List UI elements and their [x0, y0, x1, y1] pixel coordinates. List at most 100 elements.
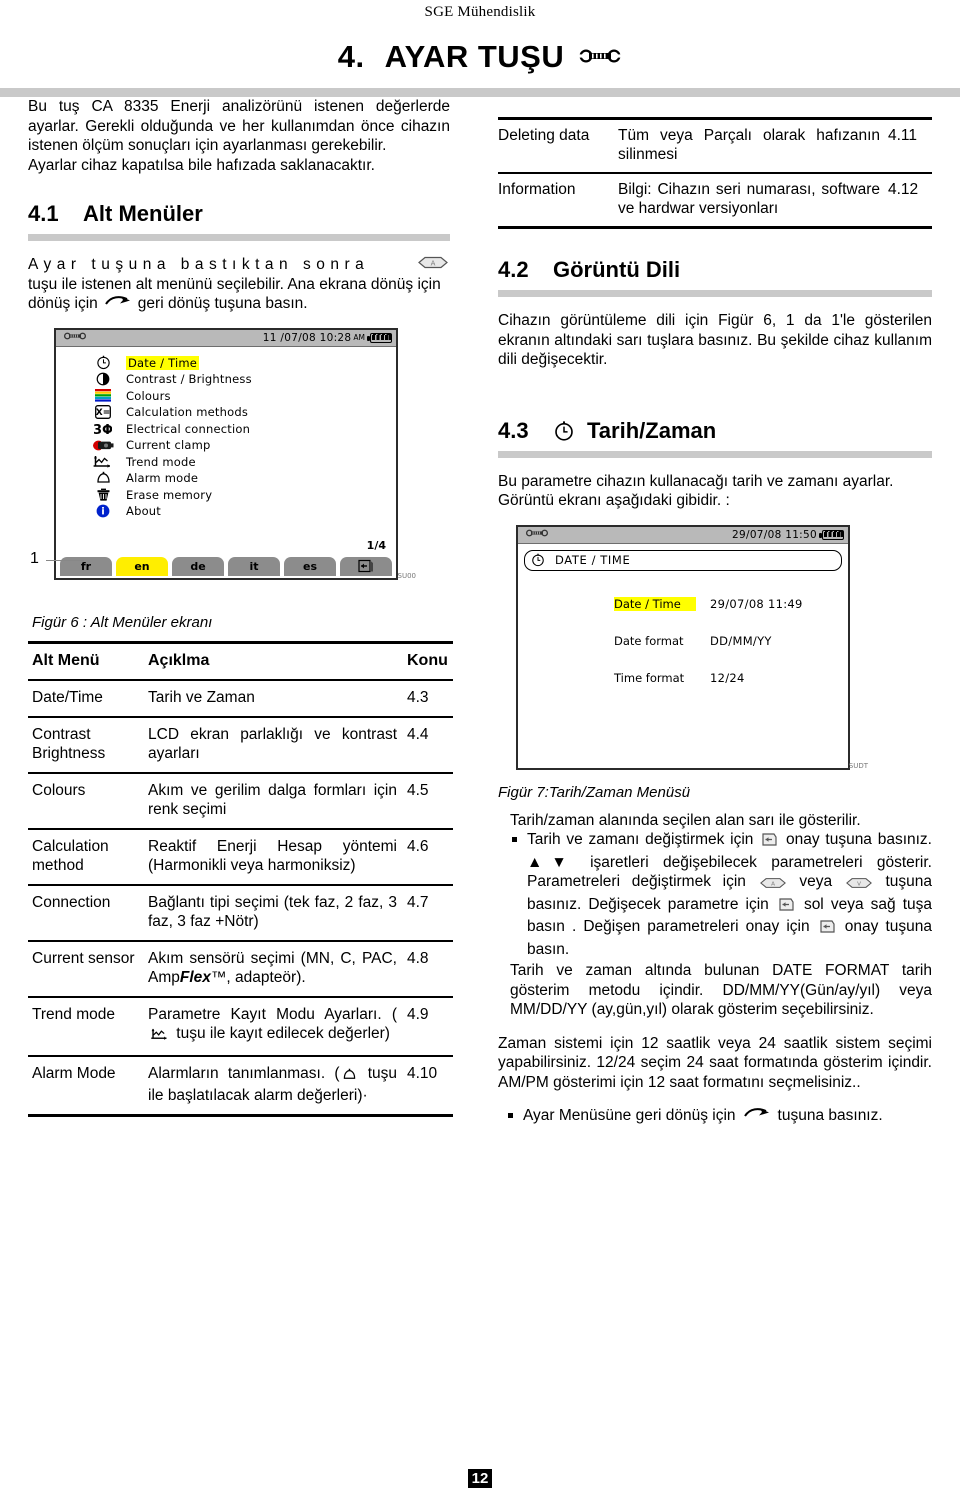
menu-item-date-time[interactable]: Date / Time [56, 355, 396, 372]
submenu-name: Trend mode [32, 1005, 115, 1023]
menu-item-trend-mode[interactable]: Trend mode [56, 454, 396, 471]
table-row: Alarm Mode Alarmların tanımlanması. ( tu… [28, 1055, 453, 1115]
submenu-desc: Akım ve gerilim dalga formları için renk… [148, 781, 397, 818]
svg-text:A: A [431, 259, 436, 267]
submenu-desc-pre: Parametre Kayıt Modu Ayarları. ( [148, 1005, 397, 1023]
feature-name: Information [498, 181, 576, 198]
menu-label: Colours [126, 388, 171, 403]
submenu-table: Alt Menü Açıklma Konu Date/Time Tarih ve… [28, 641, 453, 1117]
figure-7-corner-tag: SUDT [848, 761, 868, 770]
notes-lead: Tarih/zaman alanında seçilen alan sarı i… [510, 811, 861, 829]
submenu-ref: 4.8 [407, 949, 429, 967]
page-indicator: 1/4 [366, 538, 386, 552]
figure-6-device-screen: 11 /07/08 10:28 AM Date / Time Contrast … [54, 327, 416, 580]
section-42-heading: 4.2 Görüntü Dili [498, 257, 932, 283]
status-datetime: 11 /07/08 10:28 [262, 331, 352, 344]
language-key-it[interactable]: it [228, 556, 280, 576]
submenu-ref: 4.9 [407, 1005, 429, 1023]
submenu-name: Alarm Mode [32, 1064, 116, 1082]
menu-label: Trend mode [126, 454, 196, 469]
menu-item-current-clamp[interactable]: Current clamp [56, 437, 396, 454]
datetime-title-bar: DATE / TIME [524, 549, 842, 571]
submenu-desc: LCD ekran parlaklığı ve kontrast ayarlar… [148, 725, 397, 762]
submenu-desc: Akım sensörü seçimi (MN, C, PAC, AmpFlex… [148, 941, 407, 997]
note-bullet-2: Ayar Menüsüne geri dönüş için tuşuna bas… [506, 1106, 932, 1126]
section-43-heading: 4.3 Tarih/Zaman [498, 418, 932, 444]
section-43-title: Tarih/Zaman [587, 417, 717, 443]
setting-row-date-time[interactable]: Date / Time 29/07/08 11:49 [614, 596, 848, 611]
language-key-es[interactable]: es [284, 556, 336, 576]
clamp-icon [88, 439, 118, 452]
menu-label: Calculation methods [126, 405, 249, 420]
three-phase-icon: 3Φ [88, 422, 118, 436]
section-41-text-b: tuşu ile istenen alt menünü seçilebilir.… [28, 275, 441, 293]
menu-label: Erase memory [126, 487, 213, 502]
submenu-desc-post: ™, adapteör). [210, 968, 306, 986]
menu-item-erase-memory[interactable]: Erase memory [56, 487, 396, 504]
table-row: Colours Akım ve gerilim dalga formları i… [28, 772, 453, 829]
bell-icon [342, 1067, 357, 1086]
submenu-name: Colours [32, 781, 86, 799]
chapter-title-text: AYAR TUŞU [384, 39, 565, 74]
clock-icon [553, 420, 575, 442]
submenu-ref: 4.3 [407, 688, 429, 706]
menu-item-alarm-mode[interactable]: Alarm mode [56, 470, 396, 487]
up-down-arrows-icon: ▲▼ [527, 853, 577, 871]
figure-6-corner-tag: SU00 [397, 571, 416, 580]
section-41-text-c-pre: dönüş için [28, 295, 98, 312]
clock-icon [88, 355, 118, 370]
svg-text:A: A [771, 881, 775, 887]
return-key-icon [104, 294, 132, 314]
section-42-divider [498, 290, 932, 297]
device-menu-list: Date / Time Contrast / Brightness Colour… [56, 347, 396, 522]
menu-item-calculation-methods[interactable]: X= Calculation methods [56, 404, 396, 421]
menu-label: Date / Time [126, 355, 200, 370]
submenu-name: Contrast Brightness [32, 725, 106, 762]
intro-paragraph-2: Ayarlar cihaz kapatılsa bile hafızada sa… [28, 156, 375, 174]
setting-value: DD/MM/YY [710, 633, 772, 648]
submenu-header-menu: Alt Menü [32, 651, 100, 669]
datetime-screen-title: DATE / TIME [555, 553, 631, 567]
menu-item-contrast-brightness[interactable]: Contrast / Brightness [56, 371, 396, 388]
feature-desc: Bilgi: Cihazın seri numarası, software v… [618, 181, 880, 217]
trend-icon [88, 455, 118, 469]
battery-icon [367, 332, 392, 343]
return-key-button[interactable] [340, 556, 392, 576]
submenu-ref: 4.10 [407, 1064, 438, 1082]
table-row: Information Bilgi: Cihazın seri numarası… [498, 173, 932, 228]
section-42-number: 4.2 [498, 257, 529, 282]
menu-item-colours[interactable]: Colours [56, 388, 396, 405]
page-footer: 12 [0, 1469, 960, 1488]
figure-6-caption: Figür 6 : Alt Menüler ekranı [32, 613, 213, 631]
feature-ref: 4.12 [888, 181, 919, 198]
submenu-desc: Reaktif Enerji Hesap yöntemi (Harmonikli… [148, 837, 397, 874]
language-key-bar: fr en de it es [56, 555, 396, 578]
menu-item-electrical-connection[interactable]: 3Φ Electrical connection [56, 421, 396, 438]
trash-icon [88, 488, 118, 502]
menu-label: Electrical connection [126, 421, 251, 436]
chapter-number: 4. [337, 39, 365, 74]
trend-icon [150, 1027, 170, 1046]
submenu-desc-emphasis: Flex [179, 968, 211, 986]
menu-label: Current clamp [126, 438, 211, 453]
page-number: 12 [467, 1469, 493, 1488]
section-41-title: Alt Menüler [83, 201, 203, 226]
section-43-number: 4.3 [498, 417, 529, 443]
table-row: Contrast Brightness LCD ekran parlaklığı… [28, 716, 453, 773]
note-text: tuşuna basınız. [777, 1107, 883, 1124]
language-key-de[interactable]: de [172, 556, 224, 576]
submenu-name: Calculation method [32, 837, 109, 874]
section-41-number: 4.1 [28, 201, 59, 226]
note-text: Tarih ve zamanı değiştirmek için [527, 831, 754, 848]
submenu-desc-post: tuşu ile kayıt edilecek değerler) [172, 1024, 390, 1042]
submenu-desc-pre: Alarmların tanımlanması. ( [148, 1064, 340, 1082]
svg-text:V: V [857, 881, 861, 887]
table-row: Trend mode Parametre Kayıt Modu Ayarları… [28, 996, 453, 1056]
menu-item-about[interactable]: About [56, 503, 396, 520]
features-table: Deleting data Tüm veya Parçalı olarak ha… [498, 117, 932, 229]
setting-row-time-format[interactable]: Time format 12/24 [614, 671, 848, 685]
submenu-desc: Tarih ve Zaman [148, 688, 255, 706]
language-key-en[interactable]: en [116, 556, 168, 576]
setting-row-date-format[interactable]: Date format DD/MM/YY [614, 634, 848, 648]
feature-ref: 4.11 [888, 127, 918, 144]
